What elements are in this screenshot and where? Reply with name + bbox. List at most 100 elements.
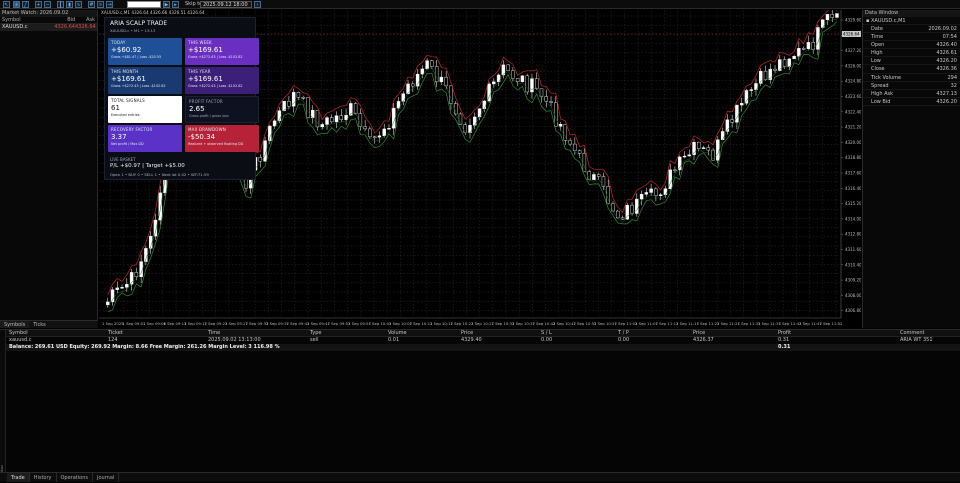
- autoscroll-icon[interactable]: »: [97, 1, 104, 8]
- data-window-value: 07:54: [942, 34, 957, 41]
- trade-cell: 2025.09.02 13:13:00: [208, 337, 261, 343]
- candle-body: [353, 103, 358, 114]
- data-window-row: Open 4326.40: [863, 41, 960, 50]
- stat-card-label: TOTAL SIGNALS: [111, 98, 145, 103]
- bar-chart-icon[interactable]: ┃: [57, 1, 64, 8]
- candle-body: [520, 75, 525, 82]
- tab-trade[interactable]: Trade: [7, 473, 30, 482]
- trade-col-header[interactable]: Volume: [388, 330, 407, 337]
- candle-body: [596, 174, 601, 177]
- stat-card: MAX DRAWDOWN -$50.34 Realized + observed f…: [185, 125, 259, 152]
- stat-card: TOTAL SIGNALS 61 Executed entries: [108, 96, 182, 123]
- data-window-field: Tick Volume: [871, 74, 902, 81]
- trade-col-header[interactable]: Symbol: [9, 330, 28, 337]
- candle-chart-icon[interactable]: ▮: [66, 1, 73, 8]
- candle-body: [106, 301, 110, 306]
- balance-profit: 0.31: [778, 344, 791, 350]
- price-label: 4318.80: [845, 155, 861, 160]
- candle-body: [644, 192, 649, 195]
- data-window-field: Date: [871, 26, 883, 32]
- trade-col-header[interactable]: Comment: [900, 330, 925, 337]
- candle-body: [449, 85, 453, 104]
- candle-body: [330, 117, 334, 123]
- data-window-field: Low: [871, 58, 881, 65]
- live-basket-pl: P/L +$0.97 | Target +$5.00: [110, 163, 185, 169]
- stat-card-label: PROFIT FACTOR: [189, 99, 223, 104]
- candle-body: [554, 102, 558, 127]
- candle-body: [134, 272, 139, 278]
- zoom-out-icon[interactable]: −: [44, 1, 51, 8]
- stat-card-value: -$50.34: [188, 133, 216, 141]
- candle-body: [492, 81, 496, 85]
- candle-body: [334, 115, 339, 123]
- market-watch-header: Symbol Bid Ask: [0, 17, 97, 24]
- symbol-input[interactable]: [127, 1, 161, 8]
- candle-body: [654, 188, 658, 196]
- line-chart-icon[interactable]: ∿: [75, 1, 82, 8]
- col-ask[interactable]: Ask: [75, 17, 95, 23]
- grid-icon[interactable]: #: [88, 1, 95, 8]
- tab-ticks[interactable]: Ticks: [29, 321, 50, 328]
- stat-card-label: MAX DRAWDOWN: [188, 127, 226, 132]
- trade-col-header[interactable]: T / P: [618, 330, 629, 337]
- candle-body: [372, 136, 377, 139]
- price-label: 4316.40: [845, 186, 861, 191]
- candle-body: [792, 56, 796, 60]
- market-watch-tabs: Symbols Ticks: [0, 320, 98, 328]
- candle-body: [768, 68, 772, 80]
- trade-cell: 0.00: [541, 337, 553, 343]
- trade-col-header[interactable]: Price: [693, 330, 705, 337]
- trade-cell: 4329.40: [461, 337, 482, 343]
- crosshair-icon[interactable]: +: [13, 1, 20, 8]
- tab-operations[interactable]: Operations: [57, 473, 93, 482]
- candle-body: [277, 110, 282, 122]
- trade-col-header[interactable]: S / L: [541, 330, 552, 337]
- price-label: 4308.00: [845, 293, 861, 298]
- data-window-field: Spread: [871, 82, 889, 89]
- candle-body: [706, 147, 711, 151]
- balance-row[interactable]: ⊞ Balance: 269.61 USD Equity: 269.92 Mar…: [0, 344, 960, 351]
- skip-to-date-input[interactable]: 2025.09.12 18:00: [200, 1, 252, 8]
- col-bid[interactable]: Bid: [51, 17, 75, 23]
- trade-col-header[interactable]: Profit: [778, 330, 791, 337]
- tab-history[interactable]: History: [30, 473, 57, 482]
- trade-cell: xauusd.c: [9, 337, 32, 343]
- candle-body: [120, 287, 124, 289]
- go-icon[interactable]: ›: [254, 1, 261, 8]
- row-symbol: XAUUSD.c: [2, 24, 28, 30]
- trade-col-header[interactable]: Price: [461, 330, 473, 337]
- trade-cell: 4326.37: [693, 337, 714, 343]
- trade-col-header[interactable]: Type: [310, 330, 321, 337]
- data-window-row: Date 2026.09.02: [863, 25, 960, 34]
- zoom-in-icon[interactable]: +: [35, 1, 42, 8]
- panel-subtitle: XAUUSD.c • M1 • 13:13: [110, 28, 156, 33]
- live-basket-details: Open 1 • BUY 0 • SELL 1 • Next lot 0.02 …: [110, 172, 209, 177]
- trade-col-header[interactable]: Time: [208, 330, 220, 337]
- line-icon[interactable]: ╱: [22, 1, 29, 8]
- price-label: 4315.20: [845, 201, 861, 206]
- stat-card-value: +$169.61: [188, 46, 223, 54]
- col-symbol[interactable]: Symbol: [2, 17, 51, 23]
- tab-journal[interactable]: Journal: [93, 473, 120, 482]
- trade-row[interactable]: ▾xauusd.c1242025.09.02 13:13:00sell0.014…: [0, 337, 960, 344]
- price-label: 4326.00: [845, 63, 861, 68]
- price-label: 4321.20: [845, 125, 861, 130]
- tab-symbols[interactable]: Symbols: [0, 321, 30, 328]
- trade-col-header[interactable]: Ticket: [108, 330, 123, 337]
- live-basket-label: LIVE BASKET: [110, 157, 136, 162]
- candle-body: [306, 97, 310, 118]
- price-label: 4310.40: [845, 262, 861, 267]
- stat-card-label: THIS WEEK: [188, 40, 212, 45]
- data-window-value: 4327.13: [936, 90, 957, 97]
- stat-card: RECOVERY FACTOR 3.37 Net profit / Max DD: [108, 125, 182, 152]
- play-icon[interactable]: ▶: [163, 1, 170, 8]
- chart-header: XAUUSD.c,M1 4326.64 4326.66 4326.51 4326…: [101, 10, 205, 16]
- market-watch-row[interactable]: XAUUSD.c 4326.64 4326.64: [0, 24, 97, 31]
- candle-body: [439, 76, 444, 83]
- chart-shift-icon[interactable]: ⇥: [106, 1, 113, 8]
- candle-body: [649, 188, 653, 193]
- cursor-icon[interactable]: ↖: [3, 1, 10, 8]
- data-window-value: 4326.61: [936, 50, 957, 57]
- step-icon[interactable]: ▸: [172, 1, 179, 8]
- price-label: 4306.80: [845, 308, 861, 313]
